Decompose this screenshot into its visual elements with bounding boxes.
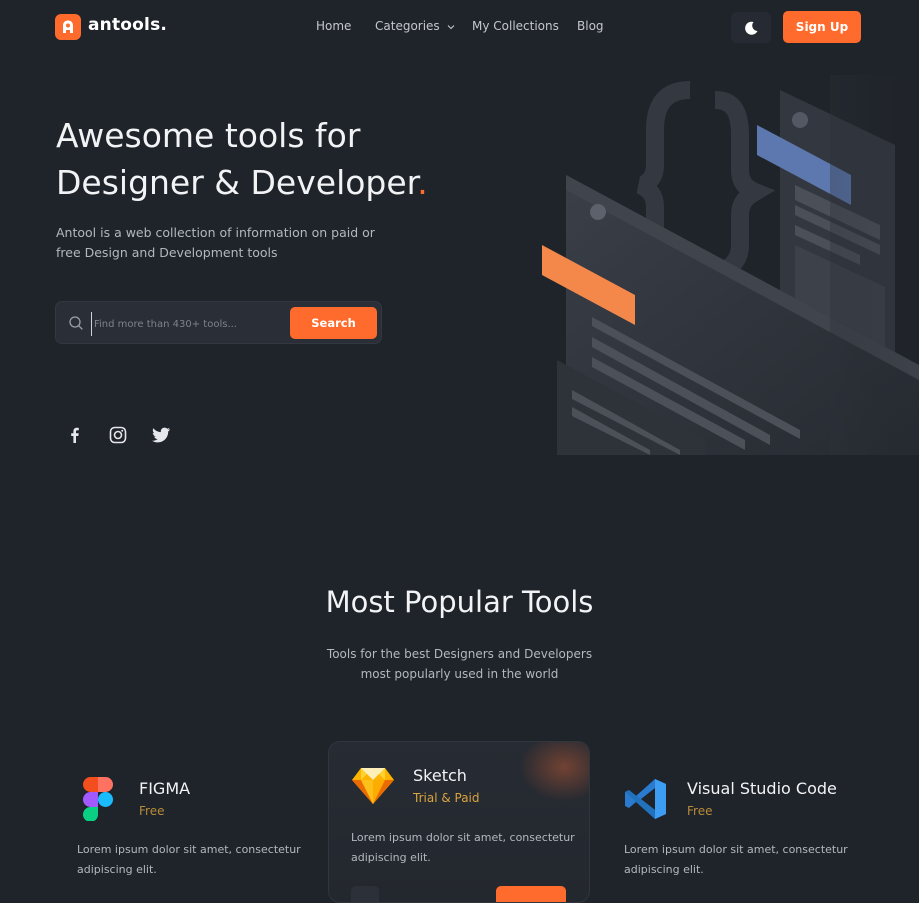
hero-title-line1: Awesome tools for	[56, 116, 361, 155]
vscode-icon	[625, 779, 666, 819]
section-subtitle-line2: most popularly used in the world	[360, 667, 559, 681]
instagram-icon[interactable]	[109, 426, 127, 444]
section-title: Most Popular Tools	[325, 585, 594, 619]
figma-icon	[83, 777, 113, 821]
tool-description: Lorem ipsum dolor sit amet, consectetur …	[77, 843, 301, 876]
sketch-icon	[352, 768, 394, 804]
nav-item-my-collections[interactable]: My Collections	[472, 19, 559, 33]
search-bar: Search	[55, 301, 382, 344]
card-glow	[519, 742, 589, 802]
nav-item-label: Categories	[375, 19, 440, 33]
tool-type: Free	[687, 804, 713, 818]
brand-name[interactable]: antools.	[88, 15, 167, 35]
hero-title-text: Designer & Developer	[56, 163, 418, 202]
hero-description: Antool is a web collection of informatio…	[56, 225, 375, 260]
tool-card-figma[interactable]: FIGMA Free Lorem ipsum dolor sit amet, c…	[77, 775, 317, 895]
tool-card-secondary-button[interactable]	[351, 886, 379, 902]
tool-description: Lorem ipsum dolor sit amet, consectetur …	[624, 843, 848, 876]
search-button[interactable]: Search	[290, 307, 377, 339]
facebook-icon[interactable]	[66, 426, 84, 444]
search-icon	[69, 316, 83, 330]
tool-card-vscode[interactable]: Visual Studio Code Free Lorem ipsum dolo…	[624, 775, 884, 895]
hero-illustration	[542, 75, 919, 455]
signup-button[interactable]: Sign Up	[783, 11, 861, 43]
tool-name: Sketch	[413, 766, 467, 785]
moon-icon	[745, 21, 758, 35]
theme-toggle-button[interactable]	[731, 12, 771, 43]
hero-title-line2: Designer & Developer.	[56, 159, 428, 206]
tool-card-sketch[interactable]: Sketch Trial & Paid Lorem ipsum dolor si…	[328, 741, 590, 903]
nav-item-home[interactable]: Home	[316, 19, 351, 33]
tool-name: Visual Studio Code	[687, 779, 837, 798]
hero-title: Awesome tools for Designer & Developer.	[56, 112, 428, 206]
nav-item-blog[interactable]: Blog	[577, 19, 604, 33]
nav-item-categories[interactable]: Categories	[375, 19, 455, 33]
tool-card-button[interactable]	[496, 886, 566, 902]
section-subtitle-line1: Tools for the best Designers and Develop…	[326, 647, 593, 661]
section-subtitle: Tools for the best Designers and Develop…	[0, 644, 919, 684]
chevron-down-icon	[447, 25, 454, 30]
twitter-icon[interactable]	[151, 426, 171, 444]
tool-description: Lorem ipsum dolor sit amet, consectetur …	[351, 831, 575, 864]
search-input[interactable]	[91, 312, 286, 336]
logo-icon[interactable]	[55, 14, 81, 40]
tool-type: Free	[139, 804, 165, 818]
tool-type: Trial & Paid	[413, 791, 480, 805]
tool-name: FIGMA	[139, 779, 191, 798]
hero-title-dot: .	[417, 163, 428, 202]
